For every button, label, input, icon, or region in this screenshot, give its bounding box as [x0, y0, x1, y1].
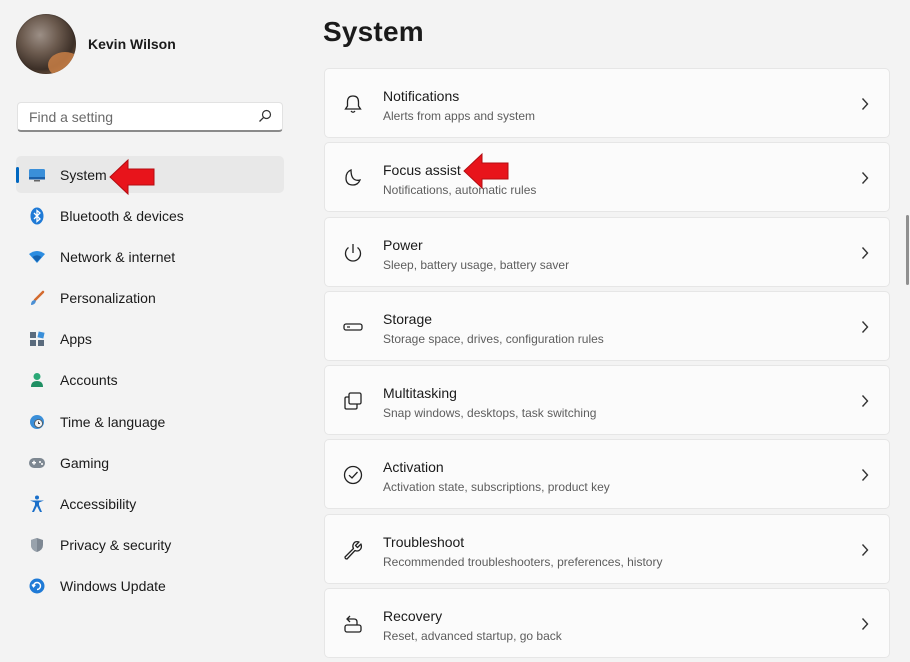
settings-card-recovery[interactable]: Recovery Reset, advanced startup, go bac…: [324, 588, 890, 659]
sidebar-item-label: Accounts: [60, 372, 118, 389]
card-title: Power: [383, 236, 423, 253]
sidebar-item-label: Gaming: [60, 454, 110, 471]
chevron-right-icon: [861, 246, 869, 259]
card-title: Notifications: [383, 88, 460, 104]
bluetooth-icon: [28, 207, 46, 225]
chevron-right-icon: [861, 98, 869, 110]
drive-icon: [343, 323, 363, 331]
sidebar-item-label: Privacy & security: [60, 537, 172, 554]
settings-card-activation[interactable]: Activation Activation state, subscriptio…: [324, 439, 890, 510]
settings-card-storage[interactable]: Storage Storage space, drives, configura…: [324, 290, 890, 361]
sidebar-item-accessibility[interactable]: Accessibility: [16, 486, 284, 523]
avatar[interactable]: [16, 14, 76, 74]
multitask-icon: [344, 392, 362, 410]
page-title: System: [323, 16, 424, 47]
card-title: Multitasking: [383, 385, 457, 402]
power-icon: [344, 243, 362, 262]
settings-card-focus-assist[interactable]: Focus assist Notifications, automatic ru…: [324, 142, 890, 213]
clock-globe-icon: [28, 413, 46, 431]
sidebar-item-label: Network & internet: [60, 248, 176, 265]
sidebar-item-windows-update[interactable]: Windows Update: [16, 568, 284, 605]
wrench-icon: [344, 540, 363, 560]
card-title: Focus assist: [383, 162, 461, 179]
recovery-icon: [344, 615, 362, 633]
monitor-icon: [28, 166, 46, 184]
annotation-arrow-icon: [109, 158, 155, 196]
sidebar-nav: System Bluetooth & devices Network & int…: [16, 156, 284, 609]
sidebar-item-personalization[interactable]: Personalization: [16, 280, 284, 317]
card-title: Activation: [383, 459, 444, 476]
card-description: Recommended troubleshooters, preferences…: [383, 554, 663, 569]
card-description: Sleep, battery usage, battery saver: [383, 257, 570, 272]
sidebar-item-bluetooth[interactable]: Bluetooth & devices: [16, 197, 284, 234]
card-title: Recovery: [383, 608, 443, 625]
sidebar-item-privacy-security[interactable]: Privacy & security: [16, 527, 284, 564]
card-description: Storage space, drives, configuration rul…: [383, 331, 604, 346]
user-name: Kevin Wilson: [88, 36, 176, 52]
bell-icon: [344, 95, 362, 113]
search-icon[interactable]: [258, 109, 272, 123]
scrollbar-thumb[interactable]: [906, 215, 909, 285]
card-title: Storage: [383, 310, 433, 327]
settings-card-troubleshoot[interactable]: Troubleshoot Recommended troubleshooters…: [324, 513, 890, 584]
sidebar-item-label: Apps: [60, 331, 92, 348]
card-description: Reset, advanced startup, go back: [383, 629, 562, 644]
moon-icon: [345, 169, 362, 186]
sidebar-item-network[interactable]: Network & internet: [16, 238, 284, 275]
chevron-right-icon: [861, 320, 869, 333]
annotation-arrow-icon: [463, 152, 509, 190]
chevron-right-icon: [861, 172, 869, 185]
user-profile[interactable]: Kevin Wilson: [16, 14, 176, 74]
sidebar-item-accounts[interactable]: Accounts: [16, 362, 284, 399]
settings-card-multitasking[interactable]: Multitasking Snap windows, desktops, tas…: [324, 365, 890, 436]
chevron-right-icon: [861, 469, 869, 482]
settings-list: Notifications Alerts from apps and syste…: [324, 68, 890, 662]
sidebar-item-label: Bluetooth & devices: [60, 207, 184, 224]
apps-icon: [28, 330, 46, 348]
shield-icon: [28, 536, 46, 554]
settings-card-power[interactable]: Power Sleep, battery usage, battery save…: [324, 216, 890, 287]
update-icon: [28, 577, 46, 595]
card-description: Activation state, subscriptions, product…: [383, 480, 610, 495]
search-input[interactable]: [27, 103, 251, 131]
card-description: Snap windows, desktops, task switching: [383, 406, 597, 421]
card-description: Notifications, automatic rules: [383, 183, 537, 198]
search-box[interactable]: [17, 102, 283, 132]
wifi-icon: [28, 248, 46, 266]
settings-card-notifications[interactable]: Notifications Alerts from apps and syste…: [324, 68, 890, 138]
check-circle-icon: [343, 466, 363, 485]
person-icon: [28, 371, 46, 389]
chevron-right-icon: [861, 395, 869, 408]
card-title: Troubleshoot: [383, 533, 465, 550]
sidebar-item-gaming[interactable]: Gaming: [16, 444, 284, 481]
sidebar-item-label: System: [60, 166, 107, 183]
chevron-right-icon: [861, 618, 869, 631]
sidebar: Kevin Wilson System Bluetooth & devices …: [0, 0, 300, 635]
sidebar-item-label: Personalization: [60, 290, 156, 307]
gamepad-icon: [28, 454, 46, 472]
card-description: Alerts from apps and system: [383, 109, 536, 123]
chevron-right-icon: [861, 543, 869, 556]
sidebar-item-apps[interactable]: Apps: [16, 321, 284, 358]
sidebar-item-label: Windows Update: [60, 578, 166, 595]
sidebar-item-label: Accessibility: [60, 496, 137, 512]
sidebar-item-label: Time & language: [60, 413, 166, 430]
accessibility-icon: [28, 495, 46, 513]
brush-icon: [28, 289, 46, 307]
sidebar-item-time-language[interactable]: Time & language: [16, 403, 284, 440]
